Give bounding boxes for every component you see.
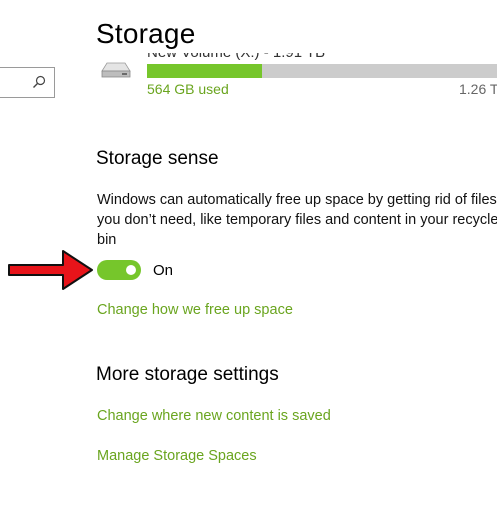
storage-usage-fill [147, 64, 263, 78]
toggle-state-label: On [153, 262, 174, 279]
storage-usage-bar [147, 64, 497, 78]
storage-settings-page: Storage New Volume (X:) - 1.91 TB 564 GB… [0, 0, 497, 507]
search-input[interactable] [0, 67, 55, 98]
change-free-space-link[interactable]: Change how we free up space [97, 302, 293, 318]
total-space-label: 1.26 T [459, 81, 497, 97]
toggle-knob [126, 265, 136, 275]
page-title: Storage [96, 18, 196, 49]
manage-storage-spaces-link[interactable]: Manage Storage Spaces [97, 448, 257, 464]
change-new-content-location-link[interactable]: Change where new content is saved [97, 408, 331, 424]
storage-sense-toggle[interactable] [97, 260, 141, 280]
hard-drive-icon [101, 62, 131, 78]
storage-sense-heading: Storage sense [96, 148, 219, 169]
storage-sense-description: Windows can automatically free up space … [97, 192, 497, 248]
red-arrow [8, 250, 93, 290]
search-icon [33, 75, 46, 88]
used-space-label: 564 GB used [147, 81, 229, 97]
more-storage-settings-heading: More storage settings [96, 364, 279, 385]
